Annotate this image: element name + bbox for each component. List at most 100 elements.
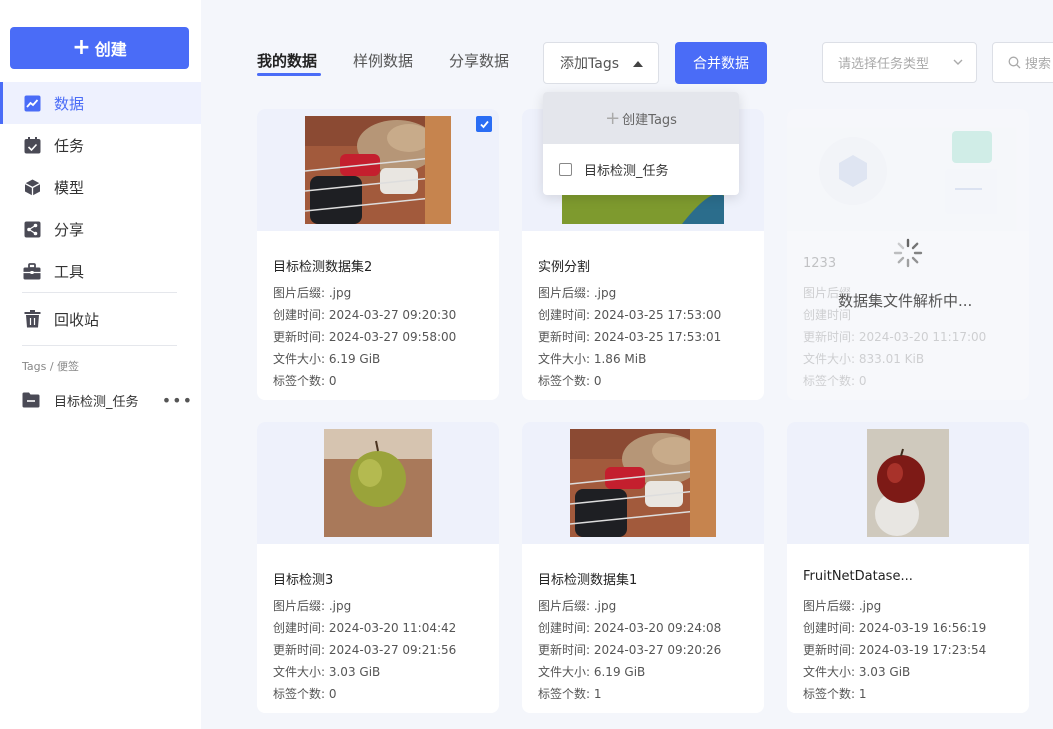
card-tag-count: 标签个数: 0: [803, 374, 867, 388]
card-title: FruitNetDatase...: [803, 569, 913, 584]
selected-checkbox[interactable]: [476, 116, 492, 132]
share-icon: [23, 220, 41, 238]
card-thumbnail: [257, 109, 499, 231]
card-title: 目标检测数据集1: [538, 573, 638, 588]
cube-icon: [23, 178, 41, 196]
create-tags-label: 创建Tags: [622, 112, 677, 128]
folder-icon: [22, 392, 40, 408]
card-suffix: 图片后缀: .jpg: [273, 286, 352, 300]
tag-option-checkbox[interactable]: [559, 162, 572, 176]
chart-icon: [23, 94, 41, 112]
card-thumbnail: [257, 422, 499, 544]
sidebar-item-tasks[interactable]: 任务: [0, 124, 201, 166]
search-icon: [1008, 56, 1021, 69]
card-title: 实例分割: [538, 260, 591, 275]
sidebar-item-share[interactable]: 分享: [0, 208, 201, 250]
card-created: 创建时间: 2024-03-19 16:56:19: [803, 621, 987, 635]
card-size: 文件大小: 3.03 GiB: [803, 665, 911, 679]
plus-icon: +: [72, 35, 91, 60]
card-size: 文件大小: 6.19 GiB: [538, 665, 646, 679]
loading-text: 数据集文件解析中...: [838, 292, 973, 310]
card-tag-count: 标签个数: 0: [273, 374, 337, 388]
tag-option-label: 目标检测_任务: [584, 163, 669, 179]
sidebar-item-data[interactable]: 数据: [0, 82, 201, 124]
card-suffix: 图片后缀: .jpg: [538, 286, 617, 300]
card-size: 文件大小: 1.86 MiB: [538, 352, 647, 366]
sidebar-item-label: 分享: [54, 220, 85, 239]
card-size: 文件大小: 833.01 KiB: [803, 352, 925, 366]
card-thumbnail: [522, 422, 764, 544]
create-tags-button[interactable]: + 创建Tags: [543, 92, 739, 144]
shoes-basket-image: [570, 429, 716, 537]
card-title: 目标检测数据集2: [273, 260, 373, 275]
caret-up-icon: [633, 61, 643, 67]
card-title: 目标检测3: [273, 573, 334, 588]
sidebar-item-label: 模型: [54, 178, 85, 197]
sidebar-divider: [22, 292, 177, 293]
card-created: 创建时间: 2024-03-25 17:53:00: [538, 308, 722, 322]
red-apple-image: [867, 429, 949, 537]
task-type-select[interactable]: 请选择任务类型: [822, 42, 977, 83]
trash-icon: [23, 310, 41, 328]
card-tag-count: 标签个数: 1: [803, 687, 867, 701]
search-placeholder: 搜索: [1025, 57, 1052, 72]
chevron-down-icon: [952, 56, 964, 72]
card-updated: 更新时间: 2024-03-19 17:23:54: [803, 643, 987, 657]
card-updated: 更新时间: 2024-03-25 17:53:01: [538, 330, 722, 344]
card-updated: 更新时间: 2024-03-27 09:58:00: [273, 330, 457, 344]
card-suffix: 图片后缀: .jpg: [538, 599, 617, 613]
tab-sample-data[interactable]: 样例数据: [353, 50, 413, 71]
card-tag-count: 标签个数: 1: [538, 687, 602, 701]
tab-my-data[interactable]: 我的数据: [257, 50, 317, 71]
create-button[interactable]: + 创建: [10, 27, 189, 69]
placeholder-illustration: [819, 131, 997, 214]
search-input[interactable]: 搜索: [992, 42, 1053, 83]
sidebar-tag-item[interactable]: 目标检测_任务 •••: [22, 389, 197, 411]
card-thumbnail: [787, 109, 1029, 231]
check-icon: [479, 120, 489, 128]
sidebar-item-models[interactable]: 模型: [0, 166, 201, 208]
create-button-label: 创建: [94, 40, 127, 59]
sidebar-item-label: 数据: [54, 94, 85, 113]
tags-section-title: Tags / 便签: [22, 360, 80, 373]
add-tags-dropdown[interactable]: 添加Tags: [543, 42, 659, 84]
card-tag-count: 标签个数: 0: [538, 374, 602, 388]
add-tags-popup: + 创建Tags 目标检测_任务: [543, 92, 739, 195]
toolbox-icon: [23, 262, 41, 280]
card-updated: 更新时间: 2024-03-27 09:21:56: [273, 643, 457, 657]
sidebar-item-tools[interactable]: 工具: [0, 250, 201, 292]
card-created: 创建时间: 2024-03-20 11:04:42: [273, 621, 457, 635]
sidebar-divider: [22, 345, 177, 346]
sidebar-item-label: 回收站: [54, 310, 100, 329]
green-apple-image: [324, 429, 432, 537]
tag-label: 目标检测_任务: [54, 394, 139, 410]
tag-option[interactable]: 目标检测_任务: [543, 144, 739, 194]
task-type-placeholder: 请选择任务类型: [838, 57, 930, 72]
sidebar-item-label: 任务: [54, 136, 85, 155]
dataset-card[interactable]: 目标检测数据集2 图片后缀: .jpg 创建时间: 2024-03-27 09:…: [257, 109, 499, 400]
tab-shared-data[interactable]: 分享数据: [449, 50, 509, 71]
card-suffix: 图片后缀: .jpg: [803, 599, 882, 613]
shoes-basket-image: [305, 116, 451, 224]
sidebar: + 创建 数据 任务 模型 分享 工具 回收站 Tags / 便签 目标检测_任…: [0, 0, 201, 729]
merge-data-button[interactable]: 合并数据: [675, 42, 767, 84]
sidebar-item-trash[interactable]: 回收站: [0, 298, 201, 340]
plus-icon: +: [605, 107, 621, 129]
card-size: 文件大小: 6.19 GiB: [273, 352, 381, 366]
card-tag-count: 标签个数: 0: [273, 687, 337, 701]
card-size: 文件大小: 3.03 GiB: [273, 665, 381, 679]
dataset-card[interactable]: 目标检测3 图片后缀: .jpg 创建时间: 2024-03-20 11:04:…: [257, 422, 499, 713]
calendar-icon: [23, 136, 41, 154]
card-updated: 更新时间: 2024-03-20 11:17:00: [803, 330, 987, 344]
loading-spinner-icon: [893, 238, 923, 268]
card-title: 1233: [803, 256, 837, 271]
card-updated: 更新时间: 2024-03-27 09:20:26: [538, 643, 722, 657]
dataset-card[interactable]: 目标检测数据集1 图片后缀: .jpg 创建时间: 2024-03-20 09:…: [522, 422, 764, 713]
dataset-card[interactable]: FruitNetDatase... 图片后缀: .jpg 创建时间: 2024-…: [787, 422, 1029, 713]
more-icon[interactable]: •••: [162, 391, 193, 410]
sidebar-item-label: 工具: [54, 262, 85, 281]
add-tags-label: 添加Tags: [560, 56, 619, 72]
card-created: 创建时间: 2024-03-20 09:24:08: [538, 621, 722, 635]
card-created: 创建时间: 2024-03-27 09:20:30: [273, 308, 457, 322]
card-thumbnail: [787, 422, 1029, 544]
